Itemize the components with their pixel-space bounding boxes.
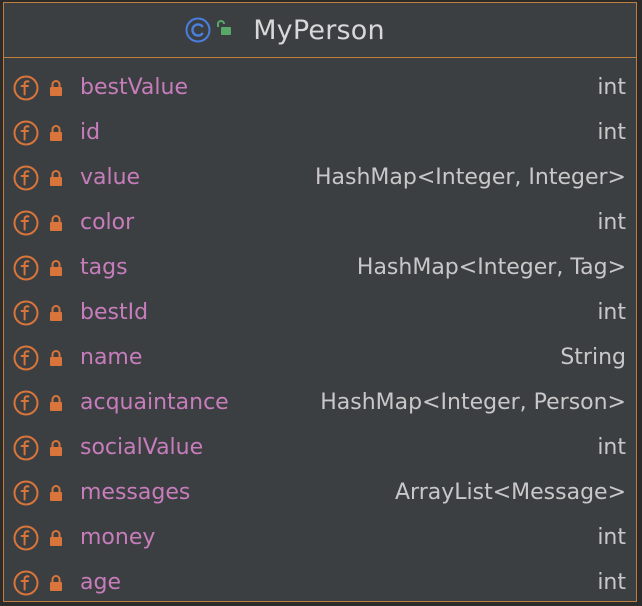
field-type: int <box>597 75 626 100</box>
field-row-acquaintance[interactable]: acquaintance HashMap<Integer, Person> <box>4 380 636 425</box>
field-row-bestId[interactable]: bestId int <box>4 290 636 335</box>
private-lock-icon <box>50 349 62 366</box>
field-f-icon <box>13 390 39 415</box>
unlocked-padlock-icon <box>217 20 232 35</box>
class-c-icon <box>185 17 211 43</box>
field-type: int <box>597 120 626 145</box>
field-type: int <box>597 570 626 595</box>
private-lock-icon <box>50 304 62 321</box>
field-f-icon <box>13 300 39 325</box>
private-lock-icon <box>50 439 62 456</box>
field-name: color <box>80 210 135 235</box>
field-row-tags[interactable]: tags HashMap<Integer, Tag> <box>4 245 636 290</box>
field-f-icon <box>13 75 39 100</box>
field-name: value <box>80 165 141 190</box>
field-f-icon <box>13 345 39 370</box>
field-name: socialValue <box>80 435 204 460</box>
field-type: int <box>597 435 626 460</box>
field-name: bestId <box>80 300 149 325</box>
field-name: name <box>80 345 143 370</box>
field-f-icon <box>13 525 39 550</box>
uml-class-box[interactable]: MyPerson bestValue int id int value Hash… <box>3 2 637 602</box>
field-name: id <box>80 120 101 145</box>
private-lock-icon <box>50 574 62 591</box>
field-row-socialValue[interactable]: socialValue int <box>4 425 636 470</box>
field-name: tags <box>80 255 128 280</box>
field-type: HashMap<Integer, Tag> <box>356 255 626 280</box>
field-name: age <box>80 570 121 595</box>
private-lock-icon <box>50 169 62 186</box>
field-f-icon <box>13 570 39 595</box>
field-type: int <box>597 300 626 325</box>
private-lock-icon <box>50 529 62 546</box>
private-lock-icon <box>50 394 62 411</box>
field-f-icon <box>13 165 39 190</box>
field-f-icon <box>13 480 39 505</box>
field-type: HashMap<Integer, Integer> <box>315 165 626 190</box>
field-row-money[interactable]: money int <box>4 515 636 560</box>
class-header[interactable]: MyPerson <box>4 3 636 58</box>
field-row-id[interactable]: id int <box>4 110 636 155</box>
field-f-icon <box>13 210 39 235</box>
field-type: HashMap<Integer, Person> <box>320 390 626 415</box>
field-row-color[interactable]: color int <box>4 200 636 245</box>
field-name: money <box>80 525 156 550</box>
field-row-value[interactable]: value HashMap<Integer, Integer> <box>4 155 636 200</box>
private-lock-icon <box>50 124 62 141</box>
class-name: MyPerson <box>253 14 385 46</box>
field-f-icon <box>13 120 39 145</box>
field-f-icon <box>13 255 39 280</box>
private-lock-icon <box>50 484 62 501</box>
field-name: messages <box>80 480 191 505</box>
field-type: int <box>597 525 626 550</box>
field-type: String <box>560 345 626 370</box>
field-type: int <box>597 210 626 235</box>
field-list: bestValue int id int value HashMap<Integ… <box>4 58 636 605</box>
field-name: bestValue <box>80 75 189 100</box>
field-f-icon <box>13 435 39 460</box>
private-lock-icon <box>50 214 62 231</box>
private-lock-icon <box>50 79 62 96</box>
field-row-bestValue[interactable]: bestValue int <box>4 65 636 110</box>
field-row-age[interactable]: age int <box>4 560 636 605</box>
private-lock-icon <box>50 259 62 276</box>
field-name: acquaintance <box>80 390 229 415</box>
field-row-messages[interactable]: messages ArrayList<Message> <box>4 470 636 515</box>
field-row-name[interactable]: name String <box>4 335 636 380</box>
field-type: ArrayList<Message> <box>395 480 626 505</box>
